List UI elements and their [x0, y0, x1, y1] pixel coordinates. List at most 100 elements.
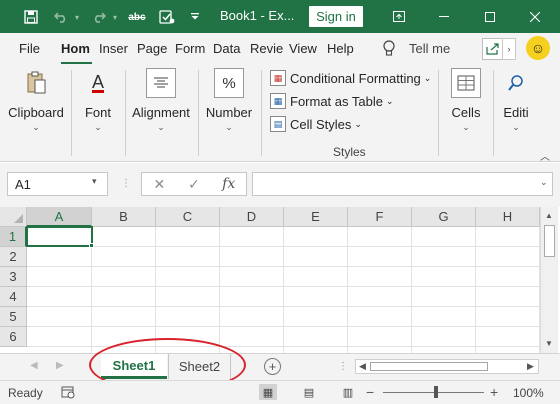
- tab-review[interactable]: Revie: [250, 41, 283, 56]
- grid-cell[interactable]: [476, 267, 540, 287]
- macro-recording-icon[interactable]: [61, 385, 75, 402]
- touch-mode-icon[interactable]: [156, 6, 178, 28]
- cancel-icon[interactable]: ✕: [142, 176, 177, 193]
- select-all-button[interactable]: [0, 207, 27, 227]
- feedback-smiley-icon[interactable]: ☺: [526, 36, 550, 60]
- editing-group-button[interactable]: Editi ⌄: [498, 68, 534, 133]
- grid-cell[interactable]: [92, 227, 156, 247]
- row-header[interactable]: 1: [0, 227, 27, 247]
- grid-cell[interactable]: [156, 227, 220, 247]
- column-header[interactable]: D: [220, 207, 284, 227]
- fill-handle[interactable]: [89, 243, 94, 248]
- grid-cell[interactable]: [92, 247, 156, 267]
- ribbon-display-options-icon[interactable]: [376, 0, 422, 33]
- column-header[interactable]: A: [27, 207, 92, 227]
- share-button[interactable]: [482, 38, 504, 60]
- grid-cell[interactable]: [220, 227, 284, 247]
- grid-cell[interactable]: [220, 327, 284, 347]
- collapse-ribbon-icon[interactable]: ︿: [540, 148, 550, 163]
- scroll-left-icon[interactable]: ◀: [359, 361, 366, 372]
- tab-home[interactable]: Hom: [61, 41, 90, 56]
- tab-help[interactable]: Help: [327, 41, 354, 56]
- grid-cell[interactable]: [412, 227, 476, 247]
- sheet-prev-icon[interactable]: ◀: [30, 360, 38, 371]
- cell-styles-button[interactable]: ▤ Cell Styles ⌄: [270, 114, 362, 134]
- tell-me-search[interactable]: Tell me: [409, 41, 450, 56]
- grid-cell[interactable]: [27, 267, 92, 287]
- tab-split-handle-icon[interactable]: ⋮: [338, 361, 348, 372]
- grid-cell[interactable]: [284, 267, 348, 287]
- zoom-out-icon[interactable]: −: [366, 384, 374, 400]
- grid-cell[interactable]: [476, 287, 540, 307]
- tab-insert[interactable]: Inser: [99, 41, 128, 56]
- formula-input[interactable]: [252, 172, 553, 196]
- scroll-thumb[interactable]: [544, 225, 555, 257]
- column-header[interactable]: F: [348, 207, 412, 227]
- tab-formulas[interactable]: Form: [175, 41, 205, 56]
- maximize-icon[interactable]: [467, 0, 513, 33]
- grid-cell[interactable]: [156, 287, 220, 307]
- grid-cell[interactable]: [27, 287, 92, 307]
- grid-cell[interactable]: [348, 287, 412, 307]
- tab-view[interactable]: View: [289, 41, 317, 56]
- column-header[interactable]: B: [92, 207, 156, 227]
- grid-cell[interactable]: [284, 307, 348, 327]
- minimize-icon[interactable]: [421, 0, 467, 33]
- column-header[interactable]: G: [412, 207, 476, 227]
- lightbulb-icon[interactable]: [382, 40, 396, 61]
- grid-cell[interactable]: [476, 227, 540, 247]
- scroll-up-icon[interactable]: ▲: [545, 211, 553, 220]
- column-header[interactable]: C: [156, 207, 220, 227]
- font-group-button[interactable]: A Font ⌄: [80, 68, 116, 133]
- number-group-button[interactable]: % Number ⌄: [203, 68, 255, 133]
- page-layout-view-icon[interactable]: ▤: [300, 384, 318, 400]
- column-header[interactable]: H: [476, 207, 540, 227]
- tab-file[interactable]: File: [19, 41, 40, 56]
- grid-cell[interactable]: [27, 307, 92, 327]
- grid-cell[interactable]: [156, 307, 220, 327]
- scroll-right-icon[interactable]: ▶: [527, 361, 534, 372]
- undo-icon[interactable]: [50, 6, 72, 28]
- grid-cell[interactable]: [284, 227, 348, 247]
- grid-cell[interactable]: [348, 327, 412, 347]
- ribbon-scroll-right-icon[interactable]: ›: [502, 38, 516, 60]
- tab-data[interactable]: Data: [213, 41, 240, 56]
- resize-handle-icon[interactable]: ⋮: [121, 178, 131, 189]
- alignment-group-button[interactable]: Alignment ⌄: [130, 68, 192, 133]
- close-icon[interactable]: [512, 0, 558, 33]
- sign-in-button[interactable]: Sign in: [309, 6, 363, 27]
- grid-cell[interactable]: [156, 247, 220, 267]
- scroll-thumb[interactable]: [370, 362, 488, 371]
- undo-dropdown-icon[interactable]: ▾: [72, 6, 82, 28]
- grid-cell[interactable]: [27, 247, 92, 267]
- grid-cell[interactable]: [412, 307, 476, 327]
- vertical-scrollbar[interactable]: ▲ ▼: [540, 207, 558, 353]
- name-box-dropdown-icon[interactable]: ▾: [92, 176, 97, 187]
- grid-cell[interactable]: [412, 267, 476, 287]
- redo-dropdown-icon[interactable]: ▾: [110, 6, 120, 28]
- column-header[interactable]: E: [284, 207, 348, 227]
- grid-cell[interactable]: [284, 327, 348, 347]
- grid-cell[interactable]: [220, 287, 284, 307]
- grid-cell[interactable]: [412, 327, 476, 347]
- horizontal-scrollbar[interactable]: ◀ ▶: [355, 359, 539, 374]
- conditional-formatting-button[interactable]: ▦ Conditional Formatting ⌄: [270, 68, 431, 88]
- zoom-slider-thumb[interactable]: [434, 386, 438, 398]
- grid-cell[interactable]: [412, 247, 476, 267]
- expand-formula-bar-icon[interactable]: ⌄: [540, 177, 548, 188]
- grid-cell[interactable]: [92, 307, 156, 327]
- grid-cell[interactable]: [92, 287, 156, 307]
- sheet-next-icon[interactable]: ▶: [56, 360, 64, 371]
- clipboard-group-button[interactable]: Clipboard ⌄: [8, 68, 64, 133]
- tab-page-layout[interactable]: Page: [137, 41, 167, 56]
- spelling-icon[interactable]: abc: [126, 6, 148, 28]
- grid-cell[interactable]: [348, 307, 412, 327]
- active-cell[interactable]: [26, 226, 93, 247]
- grid-cell[interactable]: [27, 327, 92, 347]
- redo-icon[interactable]: [88, 6, 110, 28]
- grid-cell[interactable]: [476, 307, 540, 327]
- page-break-preview-icon[interactable]: ▥: [339, 384, 357, 400]
- grid-cell[interactable]: [476, 247, 540, 267]
- cells-group-button[interactable]: Cells ⌄: [447, 68, 485, 133]
- grid-cell[interactable]: [156, 267, 220, 287]
